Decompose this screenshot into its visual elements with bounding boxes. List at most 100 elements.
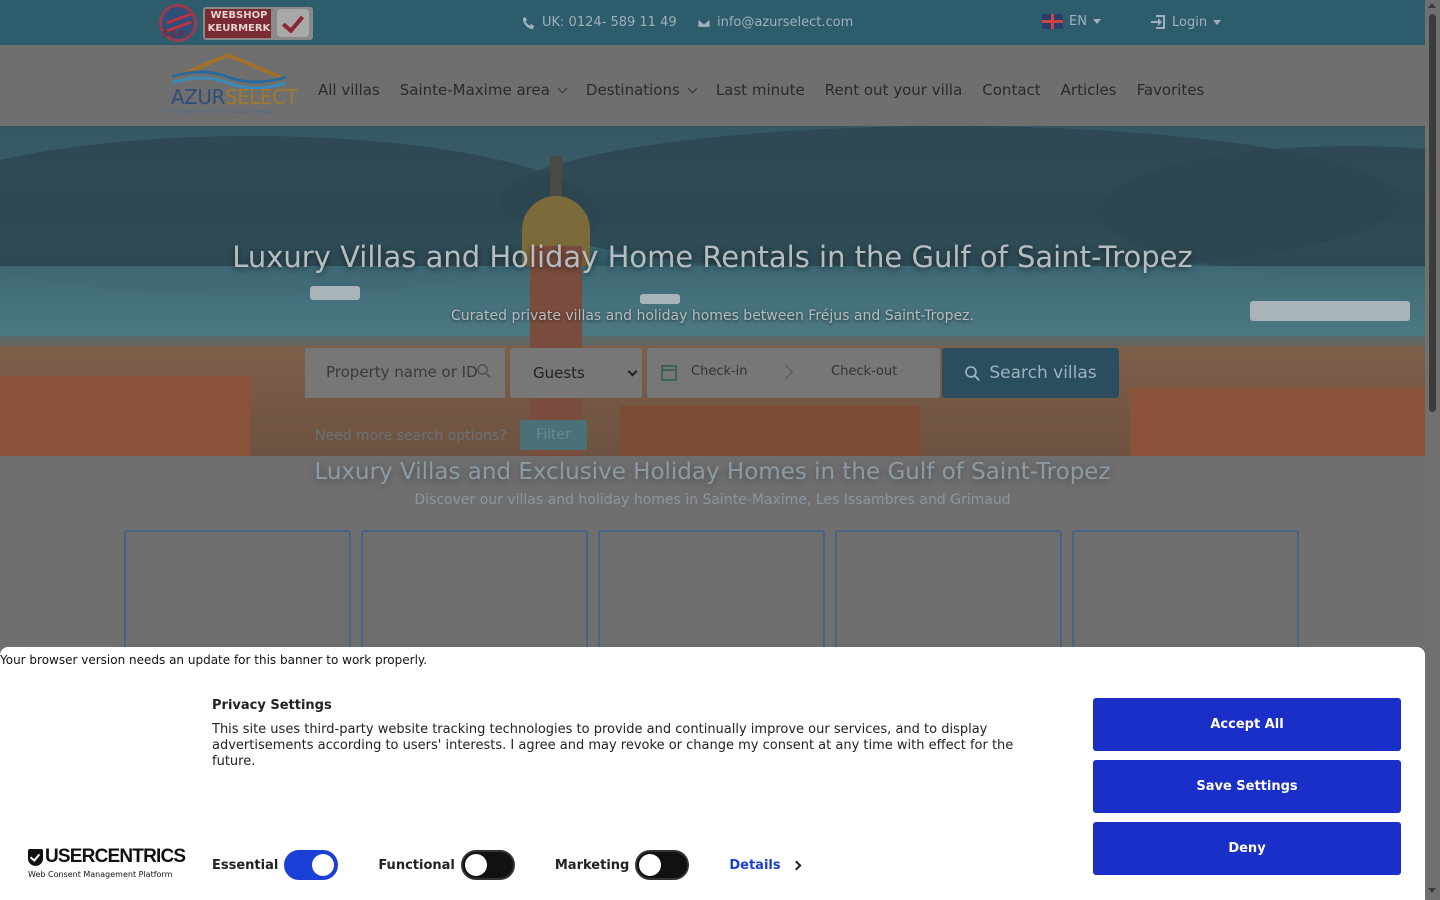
save-settings-button[interactable]: Save Settings (1093, 760, 1401, 813)
essential-switch[interactable] (284, 850, 339, 880)
webshop-label-line1: WEBSHOP (210, 10, 268, 21)
property-search-placeholder: Property name or ID (326, 363, 478, 381)
browser-update-notice: Your browser version needs an update for… (0, 653, 428, 667)
caret-down-icon (1213, 19, 1222, 25)
email-address: info@azurselect.com (717, 15, 854, 30)
logo-wordmark-select: SELECT (224, 85, 298, 109)
checkmark-icon (277, 9, 309, 37)
logo-roof-waves-icon (171, 52, 287, 89)
webshop-keurmerk-badge[interactable]: WEBSHOP KEURMERK (203, 7, 313, 40)
date-range-picker[interactable]: Check-in Check-out (647, 348, 940, 398)
deny-button[interactable]: Deny (1093, 822, 1401, 875)
language-code: EN (1069, 14, 1087, 29)
email-link[interactable]: info@azurselect.com (697, 15, 853, 30)
privacy-settings-text: This site uses third-party website track… (212, 722, 1014, 769)
checkin-field[interactable]: Check-in (691, 364, 748, 379)
login-label: Login (1172, 14, 1208, 30)
yacht-image (640, 294, 680, 304)
nav-label: Sainte-Maxime area (399, 81, 550, 99)
toggle-label: Functional (378, 857, 455, 873)
login-menu[interactable]: Login (1150, 14, 1222, 30)
nav-last-minute[interactable]: Last minute (716, 81, 805, 99)
webshop-label-line2: KEURMERK (207, 23, 271, 34)
calendar-icon (661, 365, 677, 381)
search-villas-label: Search villas (989, 363, 1097, 383)
logo-wordmark-azur: AZUR (171, 85, 225, 109)
bell-tower-image (522, 156, 590, 456)
section-subtitle: Discover our villas and holiday homes in… (414, 492, 1011, 508)
nav-contact[interactable]: Contact (982, 81, 1040, 99)
nav-all-villas[interactable]: All villas (318, 81, 380, 99)
nav-label: All villas (318, 81, 380, 99)
toggle-label: Essential (212, 857, 279, 873)
azurselect-logo[interactable]: AZURSELECT For the perfect French vacati… (163, 49, 298, 119)
filter-button[interactable]: Filter (520, 420, 587, 450)
toggle-functional: Functional (378, 850, 515, 880)
destination-card[interactable] (1072, 530, 1299, 660)
toggle-essential: Essential (212, 850, 339, 880)
phone-icon (522, 16, 535, 29)
destination-card[interactable] (361, 530, 588, 660)
phone-link[interactable]: UK: 0124- 589 11 49 (522, 15, 677, 30)
nav-label: Last minute (715, 81, 805, 99)
switch-knob (639, 854, 662, 876)
chevron-right-icon (778, 364, 794, 380)
destination-card[interactable] (124, 530, 351, 660)
tower-spire (550, 156, 562, 198)
destination-card[interactable] (835, 530, 1062, 660)
marketing-switch[interactable] (635, 850, 690, 880)
usercentrics-tagline: Web Consent Management Platform (28, 870, 173, 879)
checkout-field[interactable]: Check-out (831, 364, 897, 379)
page-scrollbar[interactable] (1425, 0, 1440, 900)
hero-background-sea (0, 266, 1425, 336)
scroll-down-arrow-icon[interactable] (1428, 888, 1436, 893)
nav-sainte-maxime-area[interactable]: Sainte-Maxime area (399, 81, 568, 99)
functional-switch[interactable] (460, 850, 515, 880)
accept-all-button[interactable]: Accept All (1093, 698, 1401, 751)
chevron-down-icon (627, 366, 638, 377)
guests-select[interactable]: Guests (510, 348, 642, 398)
primary-nav: All villas Sainte-Maxime area Destinatio… (318, 81, 1224, 99)
hero-subtitle: Curated private villas and holiday homes… (451, 308, 974, 324)
nav-articles[interactable]: Articles (1061, 81, 1117, 99)
chevron-right-icon (791, 860, 802, 870)
search-villas-button[interactable]: Search villas (942, 348, 1119, 398)
chevron-down-icon (687, 83, 698, 93)
switch-knob (464, 854, 487, 876)
nav-rent-out-villa[interactable]: Rent out your villa (825, 81, 963, 99)
destination-card[interactable] (598, 530, 825, 660)
chevron-down-icon (557, 83, 568, 93)
guests-select-value: Guests (533, 364, 585, 382)
envelope-icon (697, 17, 711, 28)
nav-label: Rent out your villa (824, 81, 963, 99)
main-navbar: AZURSELECT For the perfect French vacati… (0, 45, 1425, 126)
section-title: Luxury Villas and Exclusive Holiday Home… (314, 459, 1111, 485)
yacht-image (310, 286, 360, 300)
nav-label: Contact (982, 81, 1041, 99)
nav-favorites[interactable]: Favorites (1137, 81, 1205, 99)
usercentrics-logo: USERCENTRICS Web Consent Management Plat… (28, 846, 186, 879)
phone-number: UK: 0124- 589 11 49 (542, 15, 677, 30)
consent-toggles: Essential Functional Marketing Details (212, 850, 802, 880)
consent-banner: Your browser version needs an update for… (0, 647, 1425, 900)
privacy-settings-title: Privacy Settings (212, 698, 332, 713)
top-bar: SGR WEBSHOP KEURMERK UK: 0124- 589 11 49… (0, 0, 1425, 45)
usercentrics-wordmark: USERCENTRICS (28, 846, 186, 868)
more-search-options-text: Need more search options? (315, 428, 507, 444)
nav-label: Destinations (585, 81, 680, 99)
search-icon (477, 364, 491, 378)
scrollbar-thumb[interactable] (1429, 14, 1436, 412)
logo-tagline: For the perfect French vacation rentals (166, 109, 273, 115)
language-selector[interactable]: EN (1042, 14, 1101, 29)
search-icon (965, 365, 981, 381)
details-label: Details (729, 857, 781, 873)
scroll-up-arrow-icon[interactable] (1428, 3, 1436, 8)
shield-check-icon (28, 848, 43, 866)
destination-cards (124, 530, 1299, 660)
nav-label: Articles (1060, 81, 1117, 99)
nav-destinations[interactable]: Destinations (585, 81, 698, 99)
hero-banner: Luxury Villas and Holiday Home Rentals i… (0, 126, 1425, 456)
property-search-input[interactable]: Property name or ID (305, 348, 505, 398)
hero-title: Luxury Villas and Holiday Home Rentals i… (232, 240, 1193, 274)
details-link[interactable]: Details (729, 857, 802, 873)
